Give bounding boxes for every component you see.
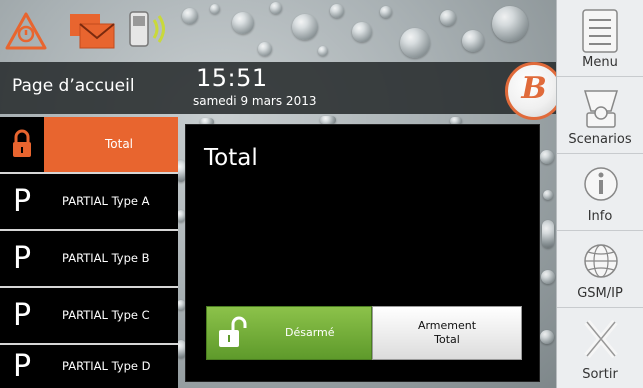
sidebar-item-label: Scenarios: [568, 132, 632, 147]
list-item-partial-b[interactable]: P PARTIAL Type B: [0, 231, 178, 286]
arm-button-label-line2: Total: [434, 333, 460, 346]
sidebar-item-label: Sortir: [582, 367, 618, 382]
sidebar-item-scenarios[interactable]: Scenarios: [557, 77, 643, 154]
sidebar-item-label: GSM/IP: [577, 286, 623, 301]
scenarios-icon: [583, 90, 619, 128]
row-badge: [0, 117, 44, 172]
alert-icon[interactable]: [4, 10, 48, 54]
list-item-partial-d[interactable]: P PARTIAL Type D: [0, 345, 178, 388]
partition-list: Total P PARTIAL Type A P PARTIAL Type B …: [0, 117, 178, 388]
unlocked-padlock-icon: [219, 316, 247, 347]
dialog-title: Total: [204, 145, 258, 171]
list-item-label: PARTIAL Type A: [62, 194, 150, 208]
brand-logo-letter: B: [521, 71, 547, 106]
page-title: Page d’accueil: [12, 76, 135, 96]
arm-total-button[interactable]: Armement Total: [372, 306, 522, 360]
list-item-label: Total: [104, 137, 134, 151]
clock-time: 15:51: [196, 64, 268, 92]
padlock-icon: [13, 129, 31, 157]
list-item-label: PARTIAL Type C: [62, 308, 150, 322]
disarm-button[interactable]: Désarmé: [206, 306, 372, 360]
right-sidebar: Menu Scenarios Info GSM/IP Sortir: [556, 0, 643, 388]
list-item-partial-a[interactable]: P PARTIAL Type A: [0, 174, 178, 229]
clock-date: samedi 9 mars 2013: [193, 94, 317, 108]
arming-dialog: Total Désarmé Armement Total: [185, 124, 540, 382]
exit-icon: [584, 319, 618, 359]
mail-icon[interactable]: [68, 10, 116, 54]
sidebar-item-label: Info: [587, 209, 613, 224]
list-item-partial-c[interactable]: P PARTIAL Type C: [0, 288, 178, 343]
disarm-button-label: Désarmé: [285, 326, 335, 339]
sidebar-item-exit[interactable]: Sortir: [557, 308, 643, 388]
row-badge: P: [0, 231, 44, 286]
row-badge: P: [0, 345, 44, 388]
list-item-label: PARTIAL Type D: [62, 359, 151, 373]
gsm-signal-icon[interactable]: [126, 8, 176, 52]
list-item-total[interactable]: Total: [0, 117, 178, 172]
row-badge: P: [0, 288, 44, 343]
sidebar-item-gsm-ip[interactable]: GSM/IP: [557, 231, 643, 308]
globe-icon: [584, 244, 618, 278]
info-icon: [584, 167, 618, 201]
row-badge: P: [0, 174, 44, 229]
sidebar-item-menu[interactable]: Menu: [557, 0, 643, 77]
brand-logo: B: [505, 62, 563, 120]
status-icons: [0, 0, 178, 62]
list-item-label: PARTIAL Type B: [62, 251, 150, 265]
arm-button-label-line1: Armement: [417, 319, 477, 332]
sidebar-item-label: Menu: [582, 55, 618, 70]
sidebar-item-info[interactable]: Info: [557, 154, 643, 231]
menu-icon: [582, 9, 618, 53]
